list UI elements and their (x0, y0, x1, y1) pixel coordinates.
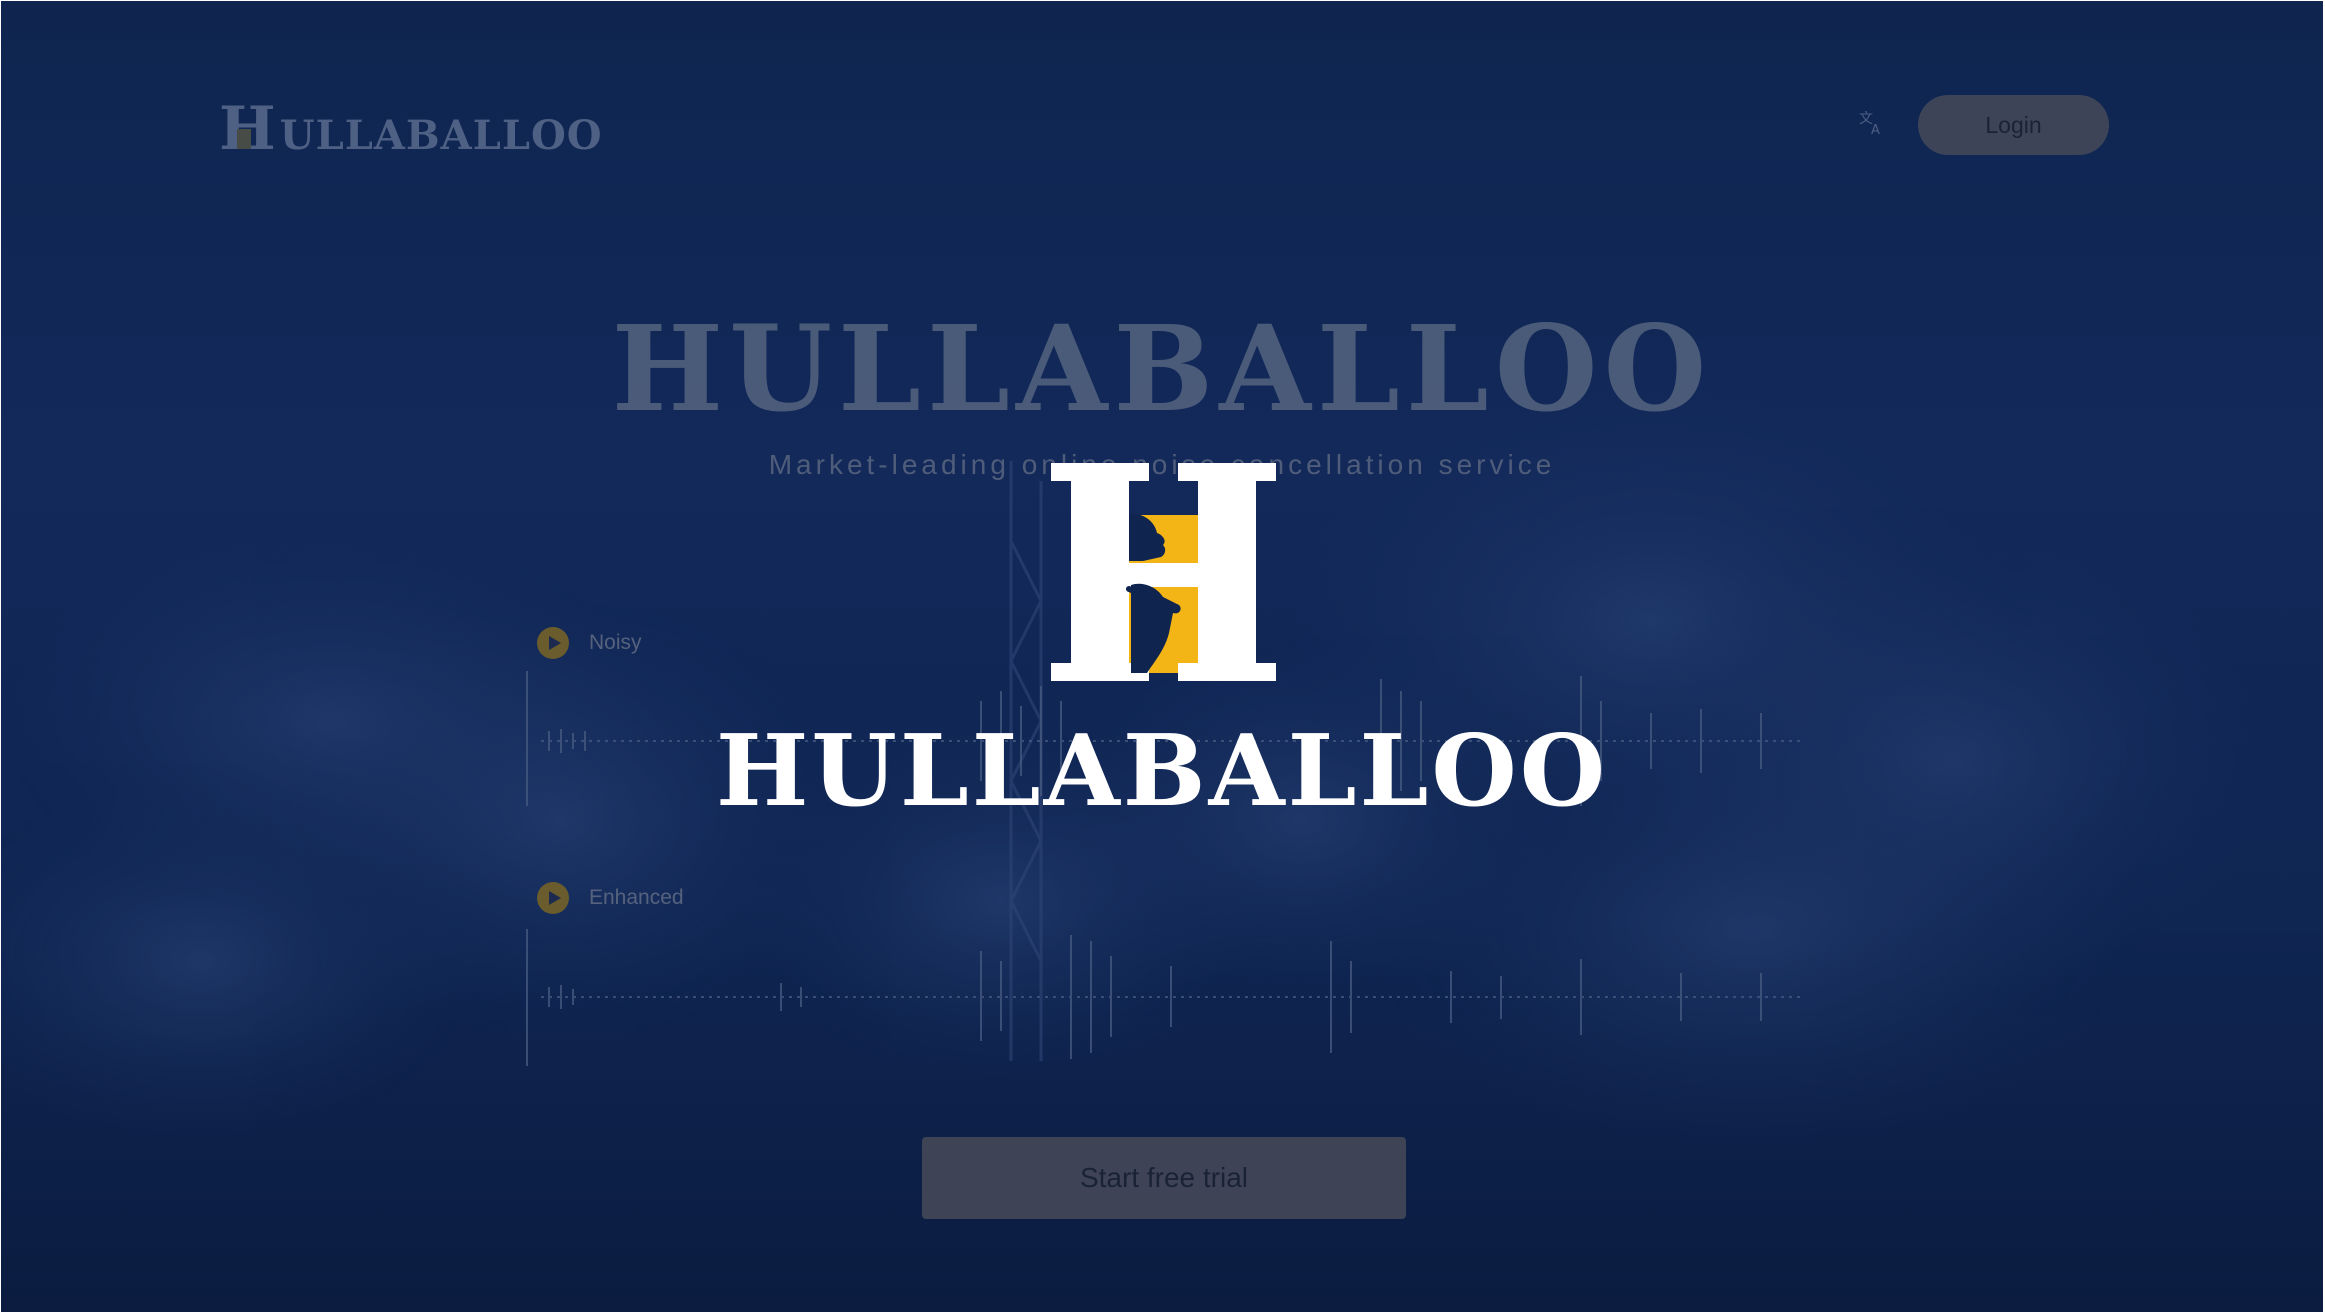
hero-title: HULLABALLOO (611, 299, 1713, 438)
splash-screen: H ULLABALLOO 文 A Login HULLABALLOO Marke… (1, 1, 2323, 1312)
play-icon[interactable] (537, 882, 569, 914)
splash-logo-mark (1051, 463, 1276, 681)
translate-icon[interactable]: 文 A (1857, 107, 1887, 137)
start-free-trial-button[interactable]: Start free trial (922, 1137, 1406, 1219)
splash-wordmark: HULLABALLOO (715, 714, 1609, 829)
svg-text:A: A (1871, 123, 1880, 137)
enhanced-label: Enhanced (589, 886, 684, 909)
enhanced-sample[interactable]: Enhanced (537, 882, 684, 914)
noisy-sample[interactable]: Noisy (537, 627, 642, 659)
header-logo[interactable]: H ULLABALLOO (219, 97, 603, 159)
logo-mark-small: H (219, 99, 276, 159)
play-icon[interactable] (537, 627, 569, 659)
login-button[interactable]: Login (1918, 95, 2109, 155)
header-wordmark: ULLABALLOO (279, 112, 603, 159)
noisy-label: Noisy (589, 631, 642, 654)
